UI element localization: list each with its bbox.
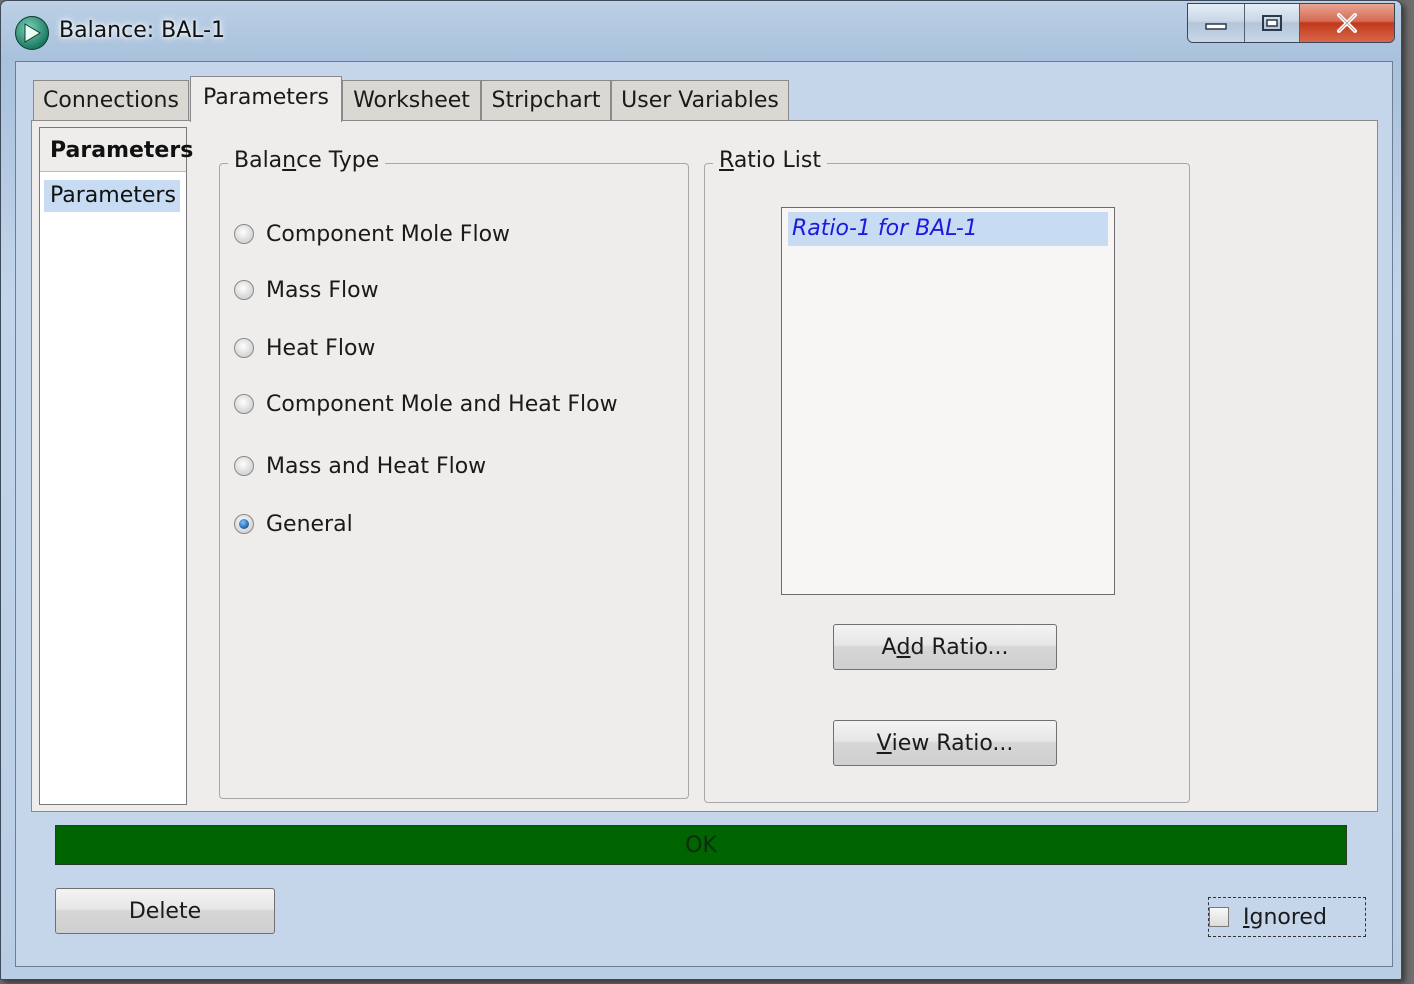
checkbox-box[interactable]: [1209, 907, 1229, 927]
left-nav-pane: Parameters Parameters: [39, 127, 193, 805]
radio-label: Mass Flow: [266, 277, 379, 303]
tab-worksheet[interactable]: Worksheet: [342, 80, 481, 120]
close-button[interactable]: [1300, 4, 1394, 42]
radio-mass-and-heat-flow[interactable]: Mass and Heat Flow: [234, 450, 486, 482]
view-ratio-button[interactable]: View Ratio...: [833, 720, 1057, 766]
tab-parameters[interactable]: Parameters: [190, 76, 342, 122]
tab-label: Connections: [43, 88, 179, 113]
radio-button[interactable]: [234, 280, 254, 300]
radio-general[interactable]: General: [234, 508, 353, 540]
minimize-button[interactable]: [1188, 4, 1245, 42]
radio-button[interactable]: [234, 338, 254, 358]
caption-buttons: [1187, 3, 1395, 43]
close-icon: [1337, 13, 1357, 33]
radio-label: Component Mole Flow: [266, 221, 511, 247]
ratio-list-item[interactable]: Ratio-1 for BAL-1: [788, 212, 1108, 246]
maximize-button[interactable]: [1245, 4, 1300, 42]
balance-window: Balance: BAL-1 Connections Parameters Wo…: [0, 0, 1402, 980]
tab-label: User Variables: [621, 88, 779, 113]
ratio-list-legend: Ratio List: [713, 148, 827, 173]
radio-label: Component Mole and Heat Flow: [266, 391, 618, 417]
minimize-icon: [1205, 23, 1227, 30]
tab-label: Stripchart: [491, 88, 601, 113]
left-nav-header: Parameters: [40, 128, 193, 172]
radio-heat-flow[interactable]: Heat Flow: [234, 332, 375, 364]
radio-component-mole-flow[interactable]: Component Mole Flow: [234, 218, 510, 250]
status-text: OK: [685, 832, 717, 858]
window-title: Balance: BAL-1: [59, 18, 226, 43]
radio-label: Mass and Heat Flow: [266, 453, 487, 479]
left-nav-item-parameters[interactable]: Parameters: [44, 180, 180, 212]
delete-label: Delete: [128, 898, 202, 924]
tab-user-variables[interactable]: User Variables: [611, 80, 789, 120]
radio-button[interactable]: [234, 456, 254, 476]
tab-stripchart[interactable]: Stripchart: [481, 80, 611, 120]
status-bar: OK: [55, 825, 1347, 865]
radio-button[interactable]: [234, 224, 254, 244]
app-play-icon[interactable]: [15, 16, 49, 50]
ratio-listbox[interactable]: Ratio-1 for BAL-1: [781, 207, 1115, 595]
balance-type-legend: Balance Type: [228, 148, 386, 173]
delete-button[interactable]: Delete: [55, 888, 275, 934]
add-ratio-button[interactable]: Add Ratio...: [833, 624, 1057, 670]
radio-button-selected[interactable]: [234, 514, 254, 534]
restore-icon: [1262, 15, 1282, 31]
balance-type-group: Balance Type Component Mole Flow Mass Fl…: [219, 148, 689, 799]
ignored-label: Ignored: [1243, 904, 1327, 930]
tab-label: Parameters: [203, 85, 329, 110]
radio-button[interactable]: [234, 394, 254, 414]
tab-label: Worksheet: [353, 88, 470, 113]
tab-connections[interactable]: Connections: [33, 80, 189, 120]
title-bar[interactable]: Balance: BAL-1: [1, 1, 1401, 59]
ignored-checkbox[interactable]: Ignored: [1208, 897, 1366, 937]
radio-component-mole-and-heat-flow[interactable]: Component Mole and Heat Flow: [234, 388, 618, 420]
radio-label: General: [266, 511, 353, 537]
radio-mass-flow[interactable]: Mass Flow: [234, 274, 379, 306]
radio-label: Heat Flow: [266, 335, 376, 361]
